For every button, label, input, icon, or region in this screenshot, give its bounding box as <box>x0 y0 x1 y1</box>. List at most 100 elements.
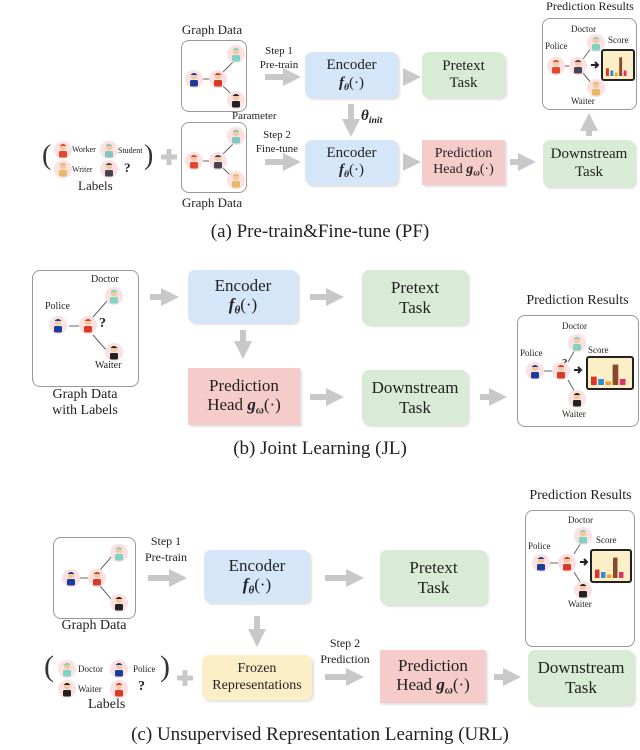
downstream-task-box-jl: Downstream Task <box>362 370 468 425</box>
pretext-task-box: Pretext Task <box>422 52 505 98</box>
person-icon <box>568 334 586 352</box>
woman-icon <box>209 70 227 88</box>
caption-a: (a) Pre-train&Fine-tune (PF) <box>210 221 430 242</box>
person-icon <box>227 171 245 189</box>
graph-data-box-url <box>53 537 136 619</box>
score-bar <box>619 379 626 385</box>
encoder-box-finetune: Encoder fθ(·) <box>305 140 398 185</box>
step1-label: Step 1 Pre-train <box>255 44 303 72</box>
person-icon <box>532 554 550 572</box>
person-icon <box>110 594 128 612</box>
pretext-task-box-url: Pretext Task <box>380 550 487 605</box>
encoder-box-jl: Encoder fθ(·) <box>188 270 298 323</box>
score-chart <box>590 549 632 583</box>
encoder-box-url: Encoder fθ(·) <box>204 550 310 603</box>
person-icon <box>568 390 586 408</box>
score-bar <box>595 569 600 578</box>
score-chart <box>586 356 634 390</box>
step1-label-url: Step 1 Pre-train <box>145 534 187 564</box>
person-icon <box>574 581 592 599</box>
unknown-person-icon <box>100 160 118 178</box>
writer-label: Writer <box>72 165 93 174</box>
step2-label: Step 2 Fine-tune <box>255 129 299 155</box>
score-bar <box>610 70 614 76</box>
person-icon <box>110 544 128 562</box>
prediction-results-label: Prediction Results <box>546 0 634 13</box>
graph-data-label-2: Graph Data <box>181 195 243 210</box>
person-icon <box>105 343 123 361</box>
graph-data-box <box>181 40 247 112</box>
labels-label-url: Labels <box>88 697 126 712</box>
question-mark: ? <box>124 160 131 175</box>
person-icon <box>105 287 123 305</box>
graph-data-box-finetune <box>181 122 247 193</box>
graph-data-with-labels-label: Graph Data with Labels <box>52 387 118 418</box>
person-icon <box>552 362 570 380</box>
score-chart <box>601 49 635 81</box>
person-icon <box>62 569 80 587</box>
prediction-results-box-jl: Doctor Police Waiter Score ? <box>517 315 639 427</box>
writer-icon <box>54 160 72 178</box>
pretext-task-box-jl: Pretext Task <box>362 270 468 325</box>
encoder-formula: fθ(·) <box>338 74 365 93</box>
score-bar <box>605 381 612 385</box>
person-icon <box>49 316 67 334</box>
person-icon <box>209 152 227 170</box>
score-bar <box>591 376 597 385</box>
score-bar <box>619 572 624 578</box>
downstream-task-box-url: Downstream Task <box>528 650 634 705</box>
score-bar <box>601 572 606 578</box>
person-icon <box>227 127 245 145</box>
doctor-icon <box>227 45 245 63</box>
step2-label-url: Step 2 Prediction <box>320 636 370 666</box>
score-bar <box>607 574 612 578</box>
prediction-results-box: Doctor Police Waiter Score <box>542 18 637 110</box>
police-icon <box>185 70 203 88</box>
prediction-results-label-url: Prediction Results <box>529 488 632 503</box>
pretrain-text: Pre-train <box>259 59 299 71</box>
doctor-icon <box>58 660 76 678</box>
prediction-head-box-jl: Prediction Head gω(·) <box>188 368 300 425</box>
person-icon <box>587 79 605 97</box>
waiter-icon <box>227 91 245 109</box>
student-label: Student <box>118 146 143 155</box>
person-icon <box>526 362 544 380</box>
person-icon <box>79 316 97 334</box>
graph-data-label: Graph Data <box>181 22 243 37</box>
woman-icon <box>110 680 128 698</box>
diagram: Graph Data Step 1 Pre-train Encoder fθ(·)… <box>0 0 640 750</box>
theta-init-label: θinit <box>361 108 383 126</box>
graph-data-label-url: Graph Data <box>61 618 127 633</box>
worker-icon <box>54 141 72 159</box>
police-icon <box>110 660 128 678</box>
step1-text: Step 1 <box>265 45 293 57</box>
person-icon <box>547 57 565 75</box>
score-bar <box>623 70 627 76</box>
person-icon <box>569 57 587 75</box>
worker-label: Worker <box>72 145 96 154</box>
student-icon <box>100 141 118 159</box>
labels-label: Labels <box>78 178 113 193</box>
person-icon <box>88 569 106 587</box>
person-icon <box>574 527 592 545</box>
score-bar <box>619 57 623 76</box>
caption-c: (c) Unsupervised Representation Learning… <box>131 724 509 745</box>
encoder-label: Encoder <box>326 57 377 74</box>
prediction-head-box-url: Prediction Head gω(·) <box>380 650 486 703</box>
parameter-label: Parameter <box>232 110 277 122</box>
prediction-results-box-url: Doctor Police Waiter Score <box>525 510 635 647</box>
graph-data-with-labels-box: Doctor Police Waiter ? <box>32 270 139 387</box>
right-paren: ) <box>144 140 154 171</box>
person-icon <box>558 554 576 572</box>
downstream-task-box: Downstream Task <box>543 140 635 187</box>
prediction-results-label-jl: Prediction Results <box>526 293 629 308</box>
frozen-representations-box: Frozen Representations <box>202 655 312 700</box>
person-icon <box>185 152 203 170</box>
waiter-icon <box>58 680 76 698</box>
prediction-head-box: Prediction Head gω(·) <box>422 140 505 185</box>
score-bar <box>606 68 609 76</box>
score-bar <box>614 72 618 76</box>
caption-b: (b) Joint Learning (JL) <box>233 438 407 459</box>
encoder-box: Encoder fθ(·) <box>305 52 398 98</box>
score-bar <box>613 557 618 578</box>
